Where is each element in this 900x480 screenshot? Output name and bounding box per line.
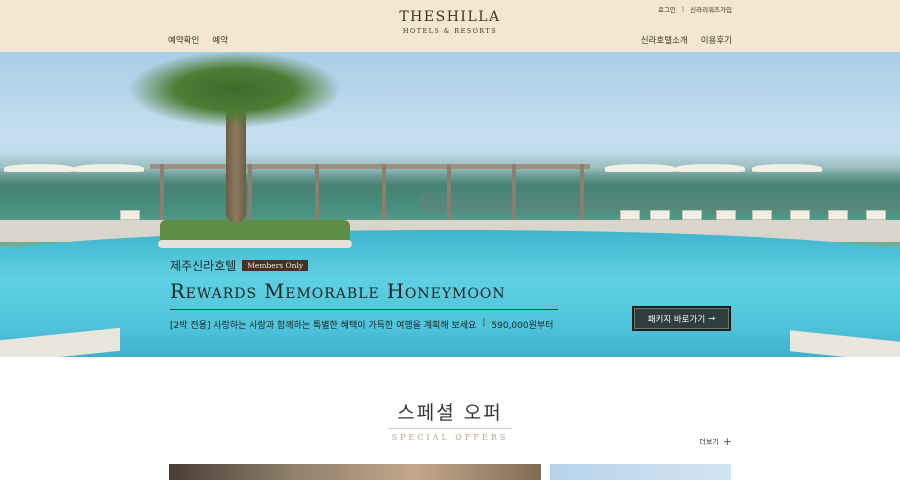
hero-price: 590,000원부터 — [491, 321, 554, 331]
more-link[interactable]: 더보기 + — [699, 435, 732, 448]
hero-title: Rewards Memorable Honeymoon — [170, 280, 506, 303]
umbrella — [605, 164, 675, 172]
hero-description-row: [2박 전용] 사랑하는 사람과 함께하는 특별한 혜택이 가득한 여행을 계획… — [170, 318, 558, 331]
logo-tagline: HOTELS & RESORTS — [402, 27, 498, 35]
umbrella — [675, 164, 745, 172]
pergola-post — [160, 164, 164, 224]
nav-left: 예약확인 예약 — [168, 34, 228, 46]
hero-description: [2박 전용] 사랑하는 사람과 함께하는 특별한 혜택이 가득한 여행을 계획… — [170, 321, 477, 331]
shilla-logo[interactable]: THESHILLA HOTELS & RESORTS — [0, 9, 900, 35]
lounger — [752, 210, 772, 220]
nav-reservation[interactable]: 예약 — [212, 34, 228, 46]
umbrella — [752, 164, 822, 172]
nav-reservation-check[interactable]: 예약확인 — [168, 34, 199, 46]
arrow-right-icon: → — [708, 313, 716, 324]
pergola-post — [382, 164, 386, 224]
nav-reviews[interactable]: 이용후기 — [701, 34, 732, 46]
lounger — [866, 210, 886, 220]
hero-divider — [170, 309, 558, 310]
hero-separator: | — [482, 318, 486, 328]
more-label: 더보기 — [699, 438, 719, 446]
pool-island-rim — [158, 240, 352, 248]
nav-right: 신라호텔소개 이용후기 — [641, 34, 732, 46]
hero-kicker: 제주신라호텔 Members Only — [170, 257, 558, 274]
pergola-post — [512, 164, 516, 224]
hero-banner[interactable]: 제주신라호텔 Members Only Rewards Memorable Ho… — [0, 52, 900, 357]
nav-hotel-intro[interactable]: 신라호텔소개 — [641, 34, 688, 46]
lounger — [682, 210, 702, 220]
logo-wordmark: THESHILLA — [399, 9, 501, 25]
package-button-label: 패키지 바로가기 — [647, 314, 706, 325]
lounger — [716, 210, 736, 220]
umbrella — [4, 164, 74, 172]
hero-copy: 제주신라호텔 Members Only Rewards Memorable Ho… — [170, 257, 558, 331]
hero-hotel-name: 제주신라호텔 — [170, 259, 237, 273]
pergola-post — [315, 164, 319, 224]
palm-crown — [130, 52, 340, 127]
special-offers-title: 스페셜 오퍼 — [397, 402, 503, 424]
special-offers-subtitle: SPECIAL OFFERS — [391, 433, 509, 442]
special-offers-divider — [388, 428, 512, 429]
lounger — [790, 210, 810, 220]
pergola-post — [248, 164, 252, 224]
offer-card-image[interactable] — [169, 464, 541, 480]
umbrella — [74, 164, 144, 172]
members-only-badge: Members Only — [242, 260, 309, 271]
lounger — [650, 210, 670, 220]
pergola-post — [447, 164, 451, 224]
pergola-post — [580, 164, 584, 224]
lounger — [620, 210, 640, 220]
site-header: 로그인 | 신라리워즈가입 THESHILLA HOTELS & RESORTS… — [0, 0, 900, 52]
hero-pergola — [150, 164, 590, 224]
offer-card-image[interactable] — [550, 464, 731, 480]
lounger — [828, 210, 848, 220]
package-link-button[interactable]: 패키지 바로가기 → — [632, 306, 731, 331]
plus-icon: + — [722, 435, 732, 448]
lounger — [120, 210, 140, 220]
